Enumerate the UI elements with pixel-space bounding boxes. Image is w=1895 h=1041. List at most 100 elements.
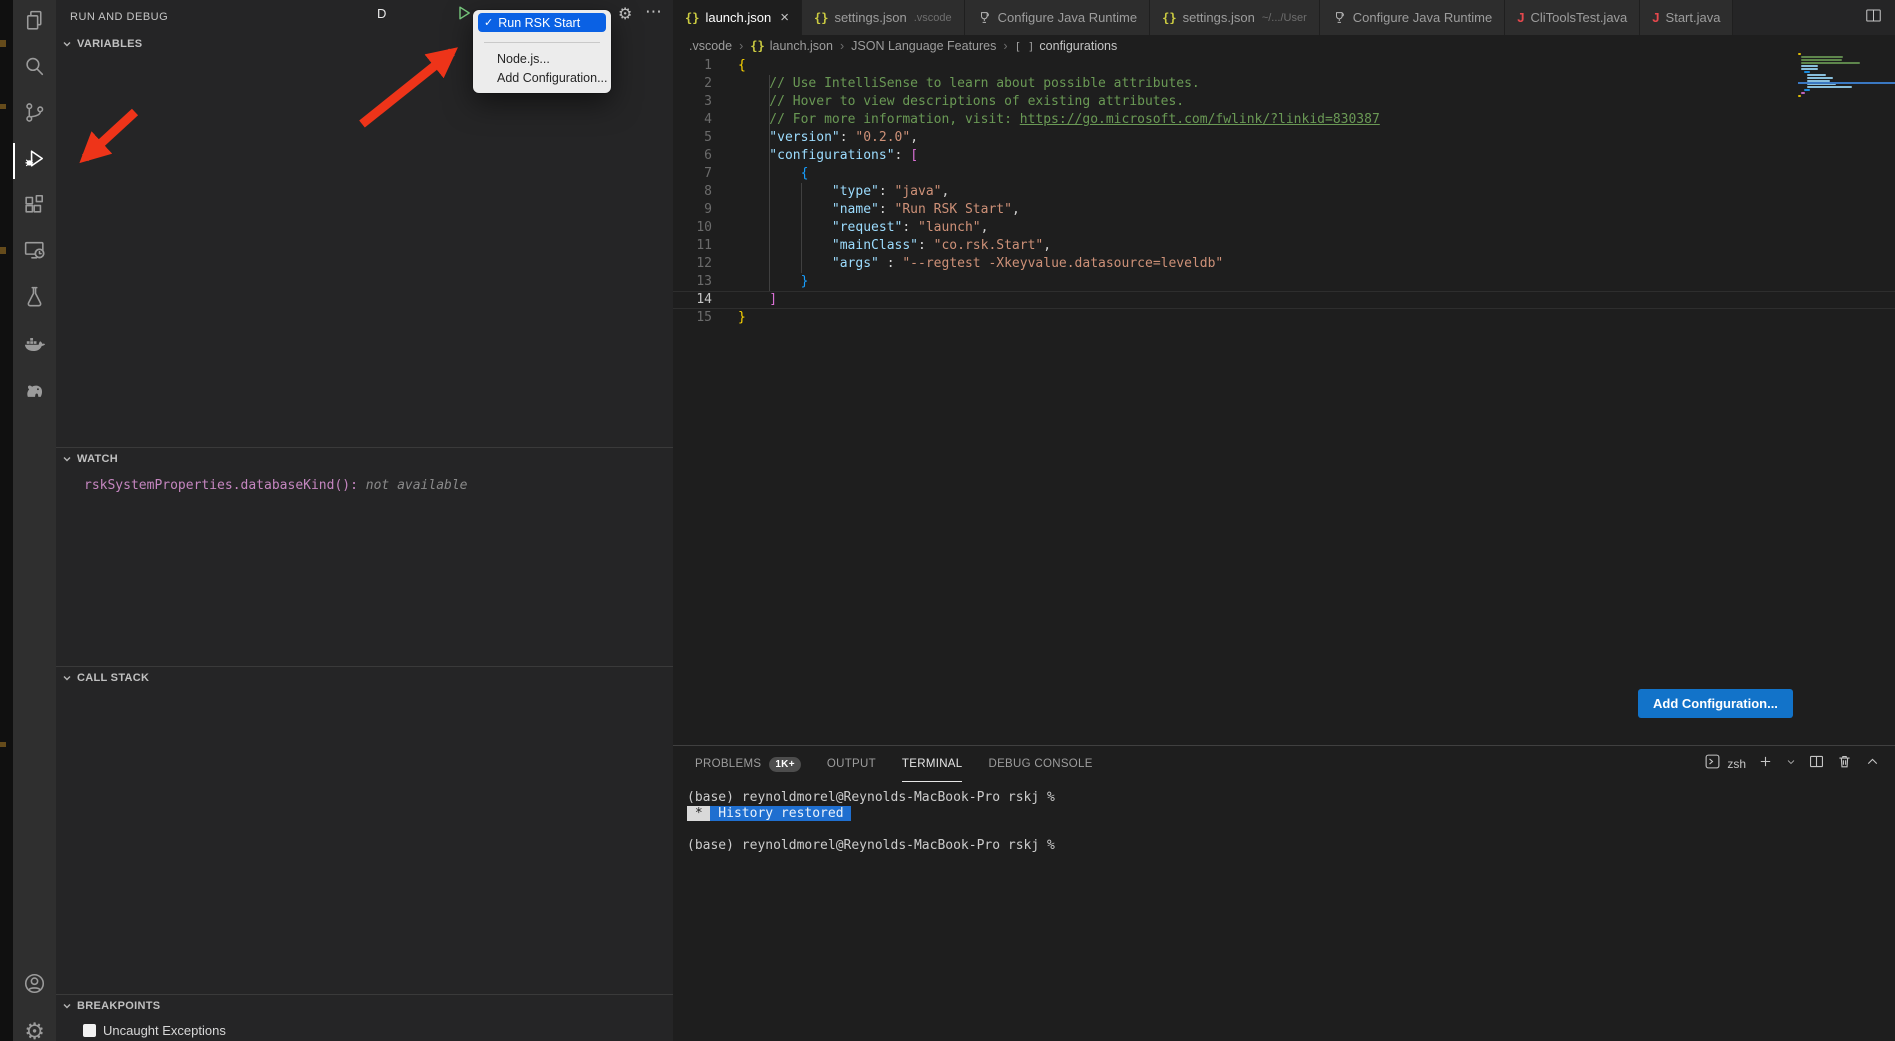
source-control-icon [22, 100, 47, 130]
tab-settings-json[interactable]: {}settings.json~/.../User [1150, 0, 1320, 35]
breadcrumb-label: .vscode [689, 39, 732, 53]
code-line-text: "args" : "--regtest -Xkeyvalue.datasourc… [738, 255, 1223, 273]
tab-clitoolstest-java[interactable]: JCliToolsTest.java [1505, 0, 1640, 35]
panel-tab-label: PROBLEMS [695, 758, 761, 770]
code-line-11: 11"mainClass": "co.rsk.Start", [673, 237, 1895, 255]
testing-icon [22, 284, 47, 314]
menu-item-node-js-[interactable]: Node.js... [473, 50, 611, 67]
array-brackets-icon: [ ] [1015, 40, 1035, 53]
json-braces-icon: {} [685, 11, 699, 25]
tab-label: launch.json [705, 10, 771, 25]
activity-bar-item-docker[interactable] [13, 322, 56, 368]
code-line-14: 14] [673, 291, 1895, 309]
code-line-4: 4 // For more information, visit: https:/… [673, 111, 1895, 129]
chevron-down-icon [62, 673, 72, 683]
watch-value: not available [358, 478, 468, 493]
panel-tab-problems[interactable]: PROBLEMS1K+ [695, 746, 801, 782]
sidebar-more-actions-icon[interactable]: ⋯ [645, 2, 662, 22]
tab-start-java[interactable]: JStart.java [1640, 0, 1733, 35]
json-braces-icon: {} [750, 39, 764, 53]
json-braces-icon: {} [1162, 11, 1176, 25]
activity-bar-item-extensions[interactable] [13, 184, 56, 230]
breadcrumb-label: launch.json [770, 39, 833, 53]
code-line-13: 13} [673, 273, 1895, 291]
breadcrumb-item--vscode[interactable]: .vscode [689, 39, 732, 53]
line-number: 7 [673, 165, 712, 183]
kill-terminal-icon[interactable] [1836, 753, 1853, 775]
editor-tab-bar: {}launch.json×{}settings.json.vscodeConf… [673, 0, 1895, 35]
chevron-down-icon [62, 1001, 72, 1011]
code-line-15: 15} [673, 309, 1895, 327]
search-icon [22, 54, 47, 84]
menu-item-run-rsk-start[interactable]: ✓ Run RSK Start [478, 13, 606, 32]
editor-group: {}launch.json×{}settings.json.vscodeConf… [673, 0, 1895, 1041]
watch-section-header[interactable]: WATCH [56, 448, 673, 470]
start-debugging-button[interactable] [455, 4, 473, 22]
debug-settings-gear-icon[interactable]: ⚙ [618, 4, 632, 23]
vscode-window: ⚙ RUN AND DEBUG D ⚙ ⋯ VARIABLES WATCH rs… [0, 0, 1895, 1041]
panel-tab-terminal[interactable]: TERMINAL [902, 746, 963, 782]
minimap-current-line [1798, 82, 1895, 84]
history-restored-badge: History restored [710, 806, 851, 821]
line-number: 5 [673, 129, 712, 147]
menu-item-add-configuration-[interactable]: Add Configuration... [473, 69, 611, 86]
uncaught-exceptions-checkbox[interactable] [83, 1024, 96, 1037]
tab-launch-json[interactable]: {} launch.json × [673, 0, 802, 35]
add-configuration-button[interactable]: Add Configuration... [1638, 689, 1793, 718]
activity-bar: ⚙ [13, 0, 56, 1041]
activity-bar-item-remote-explorer[interactable] [13, 230, 56, 276]
code-line-text: } [738, 309, 746, 327]
uncaught-exceptions-row[interactable]: Uncaught Exceptions [83, 1023, 673, 1038]
minimap[interactable] [1798, 53, 1886, 98]
tab-label: Start.java [1666, 10, 1721, 25]
activity-bar-item-manage[interactable]: ⚙ [13, 1009, 56, 1041]
screen-edge-strip [0, 0, 13, 1041]
line-number: 2 [673, 75, 712, 93]
terminal-icon[interactable] [1704, 753, 1721, 775]
terminal-profile-chevron-icon[interactable] [1785, 755, 1797, 773]
line-number: 4 [673, 111, 712, 129]
breadcrumb-item-launch-json[interactable]: {} launch.json [750, 39, 833, 53]
minimap-line [1798, 53, 1801, 55]
shell-name-label[interactable]: zsh [1727, 757, 1746, 771]
code-editor[interactable]: 1{2// Use IntelliSense to learn about po… [673, 57, 1895, 337]
activity-bar-item-search[interactable] [13, 46, 56, 92]
breadcrumb-item-configurations[interactable]: [ ]configurations [1015, 39, 1118, 53]
breadcrumb-separator: › [739, 39, 743, 53]
minimap-line [1807, 86, 1852, 88]
panel-tab-output[interactable]: OUTPUT [827, 746, 876, 782]
code-line-text: "type": "java", [738, 183, 949, 201]
terminal-line: * History restored [687, 806, 1055, 822]
tab-settings-json[interactable]: {}settings.json.vscode [802, 0, 965, 35]
code-line-text: { [738, 57, 746, 75]
terminal-output[interactable]: (base) reynoldmorel@Reynolds-MacBook-Pro… [687, 790, 1055, 854]
terminal-line: (base) reynoldmorel@Reynolds-MacBook-Pro… [687, 838, 1055, 854]
activity-bar-item-gradle[interactable] [13, 368, 56, 414]
close-icon[interactable]: × [780, 10, 789, 25]
chevron-down-icon [62, 39, 72, 49]
breadcrumb-item-json-language-features[interactable]: JSON Language Features [851, 39, 996, 53]
activity-bar-item-explorer[interactable] [13, 0, 56, 46]
minimap-line [1807, 74, 1826, 76]
panel-tab-debug-console[interactable]: DEBUG CONSOLE [988, 746, 1092, 782]
split-terminal-icon[interactable] [1808, 753, 1825, 775]
tab-configure-java-runtime[interactable]: Configure Java Runtime [965, 0, 1150, 35]
launch-configuration-menu: ✓ Run RSK Start Node.js... Add Configurat… [473, 10, 611, 93]
line-number: 11 [673, 237, 712, 255]
split-editor-icon[interactable] [1864, 6, 1883, 30]
tab-configure-java-runtime[interactable]: Configure Java Runtime [1320, 0, 1505, 35]
watch-expression-row[interactable]: rskSystemProperties.databaseKind(): not … [84, 478, 673, 493]
call-stack-section-header[interactable]: CALL STACK [56, 667, 673, 689]
maximize-panel-icon[interactable] [1864, 753, 1881, 775]
activity-bar-item-testing[interactable] [13, 276, 56, 322]
activity-bar-item-run-and-debug[interactable] [13, 138, 56, 184]
new-terminal-icon[interactable] [1757, 753, 1774, 775]
breakpoints-section-header[interactable]: BREAKPOINTS [56, 995, 673, 1017]
code-line-text: // For more information, visit: https://… [738, 111, 1380, 129]
terminal-toolbar: zsh [1704, 746, 1881, 782]
line-number: 9 [673, 201, 712, 219]
java-file-icon: J [1517, 10, 1524, 25]
activity-bar-item-accounts[interactable] [13, 963, 56, 1009]
code-line-2: 2// Use IntelliSense to learn about poss… [673, 75, 1895, 93]
activity-bar-item-source-control[interactable] [13, 92, 56, 138]
